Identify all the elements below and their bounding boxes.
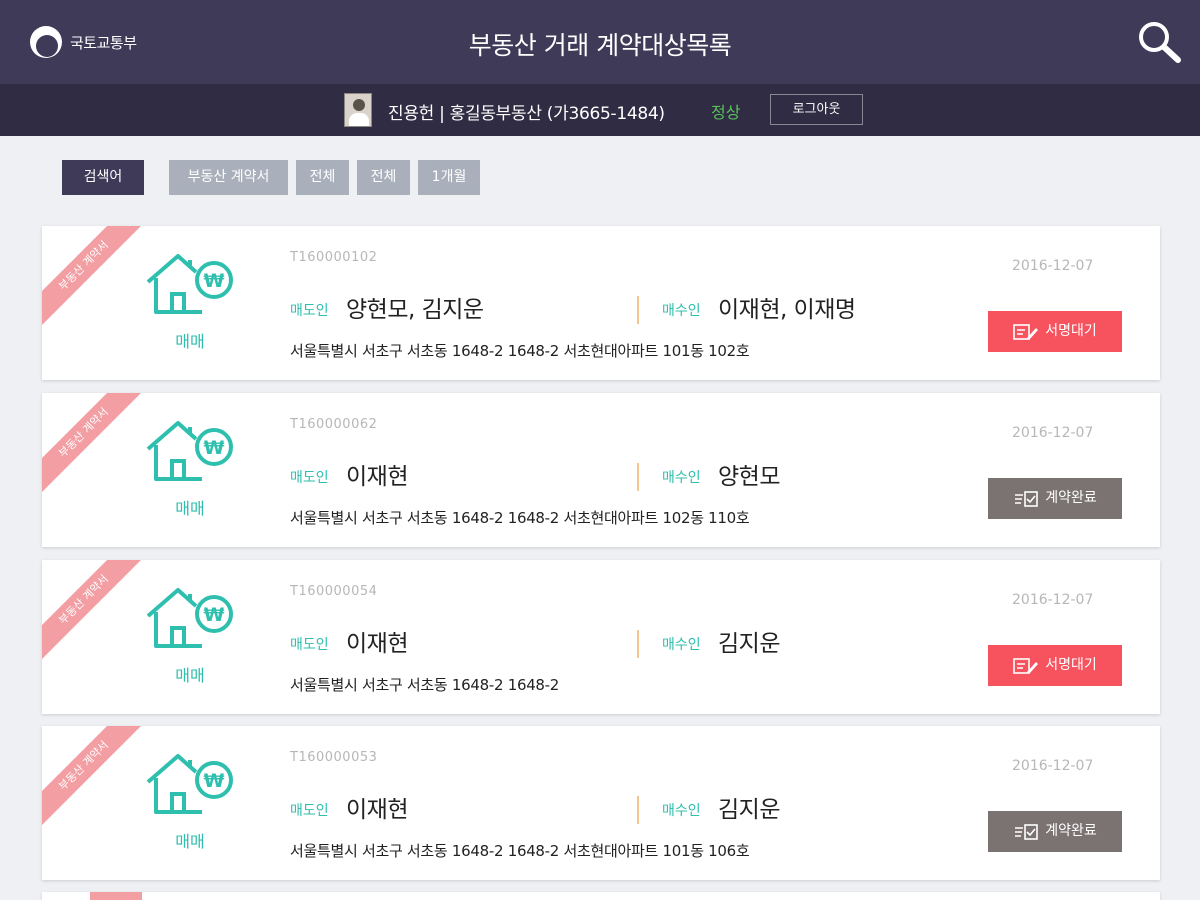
trade-type: 매매 [175, 832, 205, 851]
contract-card[interactable]: 부동산 계약서 ₩ 매매 T160000102 매도인 양현모, 김지운 매수인… [42, 226, 1160, 380]
status-badge-label: 계약완료 [1045, 490, 1097, 506]
status-badge-label: 서명대기 [1045, 657, 1097, 673]
trade-type: 매매 [175, 666, 205, 685]
buyer-label: 매수인 [662, 303, 701, 319]
buyer-label: 매수인 [662, 637, 701, 653]
contract-card[interactable]: 부동산 계약서 ₩ 매매 T160000062 매도인 이재현 매수인 양현모 … [42, 393, 1160, 547]
house-won-icon: ₩ [146, 754, 233, 814]
contract-card[interactable] [42, 892, 1160, 900]
trade-type: 매매 [175, 332, 205, 351]
contract-ribbon: 부동산 계약서 [42, 726, 150, 832]
status-badge-label: 서명대기 [1045, 323, 1097, 339]
filter-scope-1[interactable]: 전체 [296, 160, 349, 195]
contract-id: T160000062 [290, 417, 378, 432]
seller-names: 양현모, 김지운 [346, 297, 484, 323]
filter-scope-2[interactable]: 전체 [357, 160, 410, 195]
contract-id: T160000102 [290, 250, 378, 265]
buyer-label: 매수인 [662, 470, 701, 486]
seller-names: 이재현 [346, 631, 408, 657]
signature-icon [1013, 657, 1039, 674]
logout-button[interactable]: 로그아웃 [770, 94, 863, 125]
contract-date: 2016-12-07 [1012, 258, 1094, 274]
property-address: 서울특별시 서초구 서초동 1648-2 1648-2 [290, 676, 560, 694]
contract-id: T160000054 [290, 584, 378, 599]
svg-text:₩: ₩ [204, 770, 225, 792]
contract-date: 2016-12-07 [1012, 758, 1094, 774]
svg-text:₩: ₩ [204, 604, 225, 626]
contract-complete-icon [1015, 823, 1039, 840]
svg-text:₩: ₩ [204, 437, 225, 459]
party-divider [637, 796, 639, 824]
seller-label: 매도인 [290, 803, 329, 819]
search-button[interactable] [1136, 20, 1182, 64]
avatar [344, 93, 372, 127]
page-title: 부동산 거래 계약대상목록 [468, 31, 732, 60]
filter-period[interactable]: 1개월 [418, 160, 480, 195]
status-badge[interactable]: 계약완료 [988, 811, 1122, 852]
house-won-icon: ₩ [146, 421, 233, 481]
house-won-icon: ₩ [146, 254, 233, 314]
status-badge[interactable]: 계약완료 [988, 478, 1122, 519]
seller-label: 매도인 [290, 470, 329, 486]
buyer-names: 김지운 [718, 631, 780, 657]
account-status: 정상 [711, 103, 741, 122]
search-icon [1139, 22, 1181, 63]
property-address: 서울특별시 서초구 서초동 1648-2 1648-2 서초현대아파트 101동… [290, 842, 750, 860]
house-won-icon: ₩ [146, 588, 233, 648]
search-keyword-button[interactable]: 검색어 [62, 160, 144, 195]
signature-icon [1013, 323, 1039, 340]
party-divider [637, 296, 639, 324]
user-info: 진용헌 | 홍길동부동산 (가3665-1484) [388, 104, 665, 124]
party-divider [637, 630, 639, 658]
svg-text:₩: ₩ [204, 270, 225, 292]
contract-card[interactable]: 부동산 계약서 ₩ 매매 T160000054 매도인 이재현 매수인 김지운 … [42, 560, 1160, 714]
seller-names: 이재현 [346, 797, 408, 823]
contract-ribbon-edge [90, 892, 142, 900]
status-badge-label: 계약완료 [1045, 823, 1097, 839]
trade-type: 매매 [175, 499, 205, 518]
contract-card[interactable]: 부동산 계약서 ₩ 매매 T160000053 매도인 이재현 매수인 김지운 … [42, 726, 1160, 880]
contract-date: 2016-12-07 [1012, 425, 1094, 441]
seller-label: 매도인 [290, 303, 329, 319]
contract-ribbon: 부동산 계약서 [42, 560, 150, 666]
buyer-names: 양현모 [718, 464, 780, 490]
party-divider [637, 463, 639, 491]
contract-complete-icon [1015, 490, 1039, 507]
buyer-label: 매수인 [662, 803, 701, 819]
contract-date: 2016-12-07 [1012, 592, 1094, 608]
buyer-names: 이재현, 이재명 [718, 297, 856, 323]
status-badge[interactable]: 서명대기 [988, 645, 1122, 686]
filter-contract-type[interactable]: 부동산 계약서 [169, 160, 288, 195]
property-address: 서울특별시 서초구 서초동 1648-2 1648-2 서초현대아파트 101동… [290, 342, 750, 360]
contract-ribbon: 부동산 계약서 [42, 226, 150, 332]
seller-label: 매도인 [290, 637, 329, 653]
property-address: 서울특별시 서초구 서초동 1648-2 1648-2 서초현대아파트 102동… [290, 509, 750, 527]
seller-names: 이재현 [346, 464, 408, 490]
contract-id: T160000053 [290, 750, 378, 765]
buyer-names: 김지운 [718, 797, 780, 823]
status-badge[interactable]: 서명대기 [988, 311, 1122, 352]
contract-ribbon: 부동산 계약서 [42, 393, 150, 499]
